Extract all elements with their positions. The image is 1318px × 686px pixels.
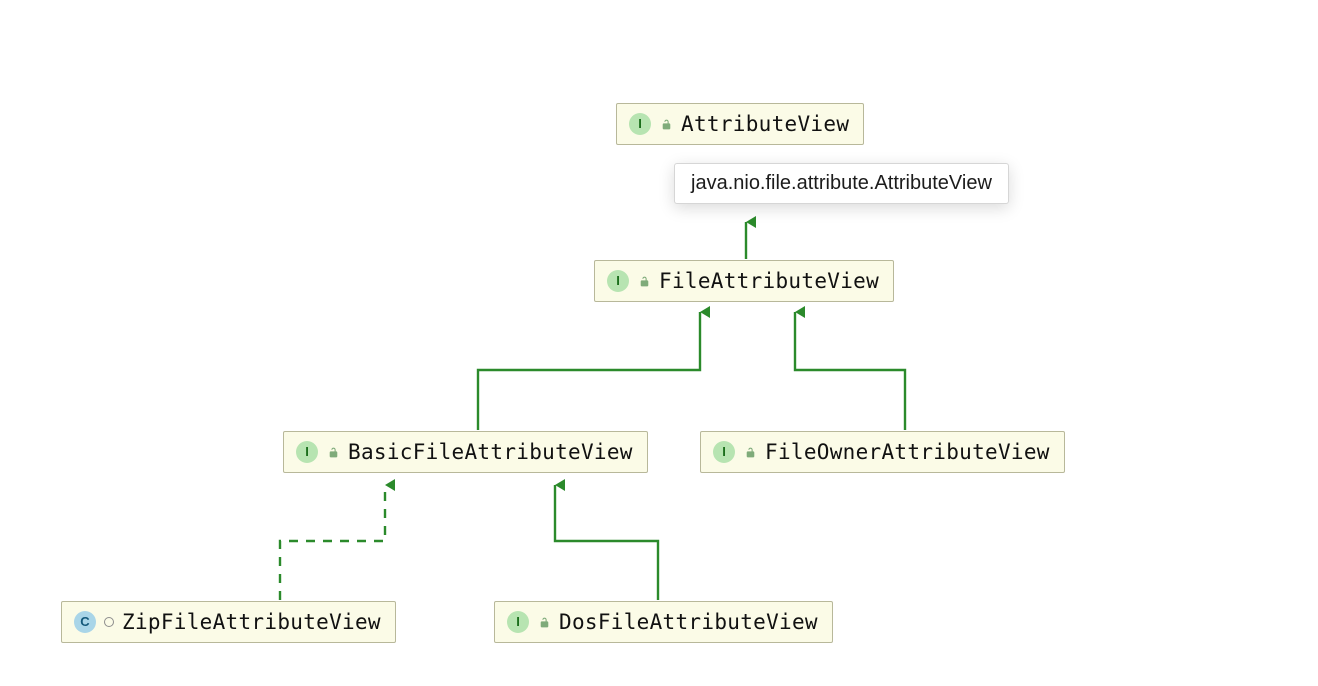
interface-icon: I <box>713 441 735 463</box>
class-icon: C <box>74 611 96 633</box>
node-label: FileAttributeView <box>659 269 879 293</box>
edge-zip-to-basic <box>280 485 385 600</box>
node-label: BasicFileAttributeView <box>348 440 633 464</box>
unlock-icon <box>659 117 673 131</box>
node-fileownerattributeview[interactable]: I FileOwnerAttributeView <box>700 431 1065 473</box>
interface-icon: I <box>629 113 651 135</box>
node-label: ZipFileAttributeView <box>122 610 381 634</box>
unlock-icon <box>537 615 551 629</box>
node-fileattributeview[interactable]: I FileAttributeView <box>594 260 894 302</box>
interface-icon: I <box>296 441 318 463</box>
node-zipfileattributeview[interactable]: C ZipFileAttributeView <box>61 601 396 643</box>
interface-icon: I <box>607 270 629 292</box>
node-label: DosFileAttributeView <box>559 610 818 634</box>
unlock-icon <box>637 274 651 288</box>
edge-dos-to-basic <box>555 485 658 600</box>
edge-basic-to-file <box>478 312 700 430</box>
node-dosfileattributeview[interactable]: I DosFileAttributeView <box>494 601 833 643</box>
edge-owner-to-file <box>795 312 905 430</box>
node-attributeview[interactable]: I AttributeView <box>616 103 864 145</box>
package-private-icon <box>104 617 114 627</box>
node-label: FileOwnerAttributeView <box>765 440 1050 464</box>
node-basicfileattributeview[interactable]: I BasicFileAttributeView <box>283 431 648 473</box>
tooltip-text: java.nio.file.attribute.AttributeView <box>691 172 992 194</box>
tooltip-fqn: java.nio.file.attribute.AttributeView <box>674 163 1009 204</box>
interface-icon: I <box>507 611 529 633</box>
node-label: AttributeView <box>681 112 849 136</box>
hierarchy-diagram: I AttributeView java.nio.file.attribute.… <box>0 0 1318 686</box>
unlock-icon <box>326 445 340 459</box>
unlock-icon <box>743 445 757 459</box>
